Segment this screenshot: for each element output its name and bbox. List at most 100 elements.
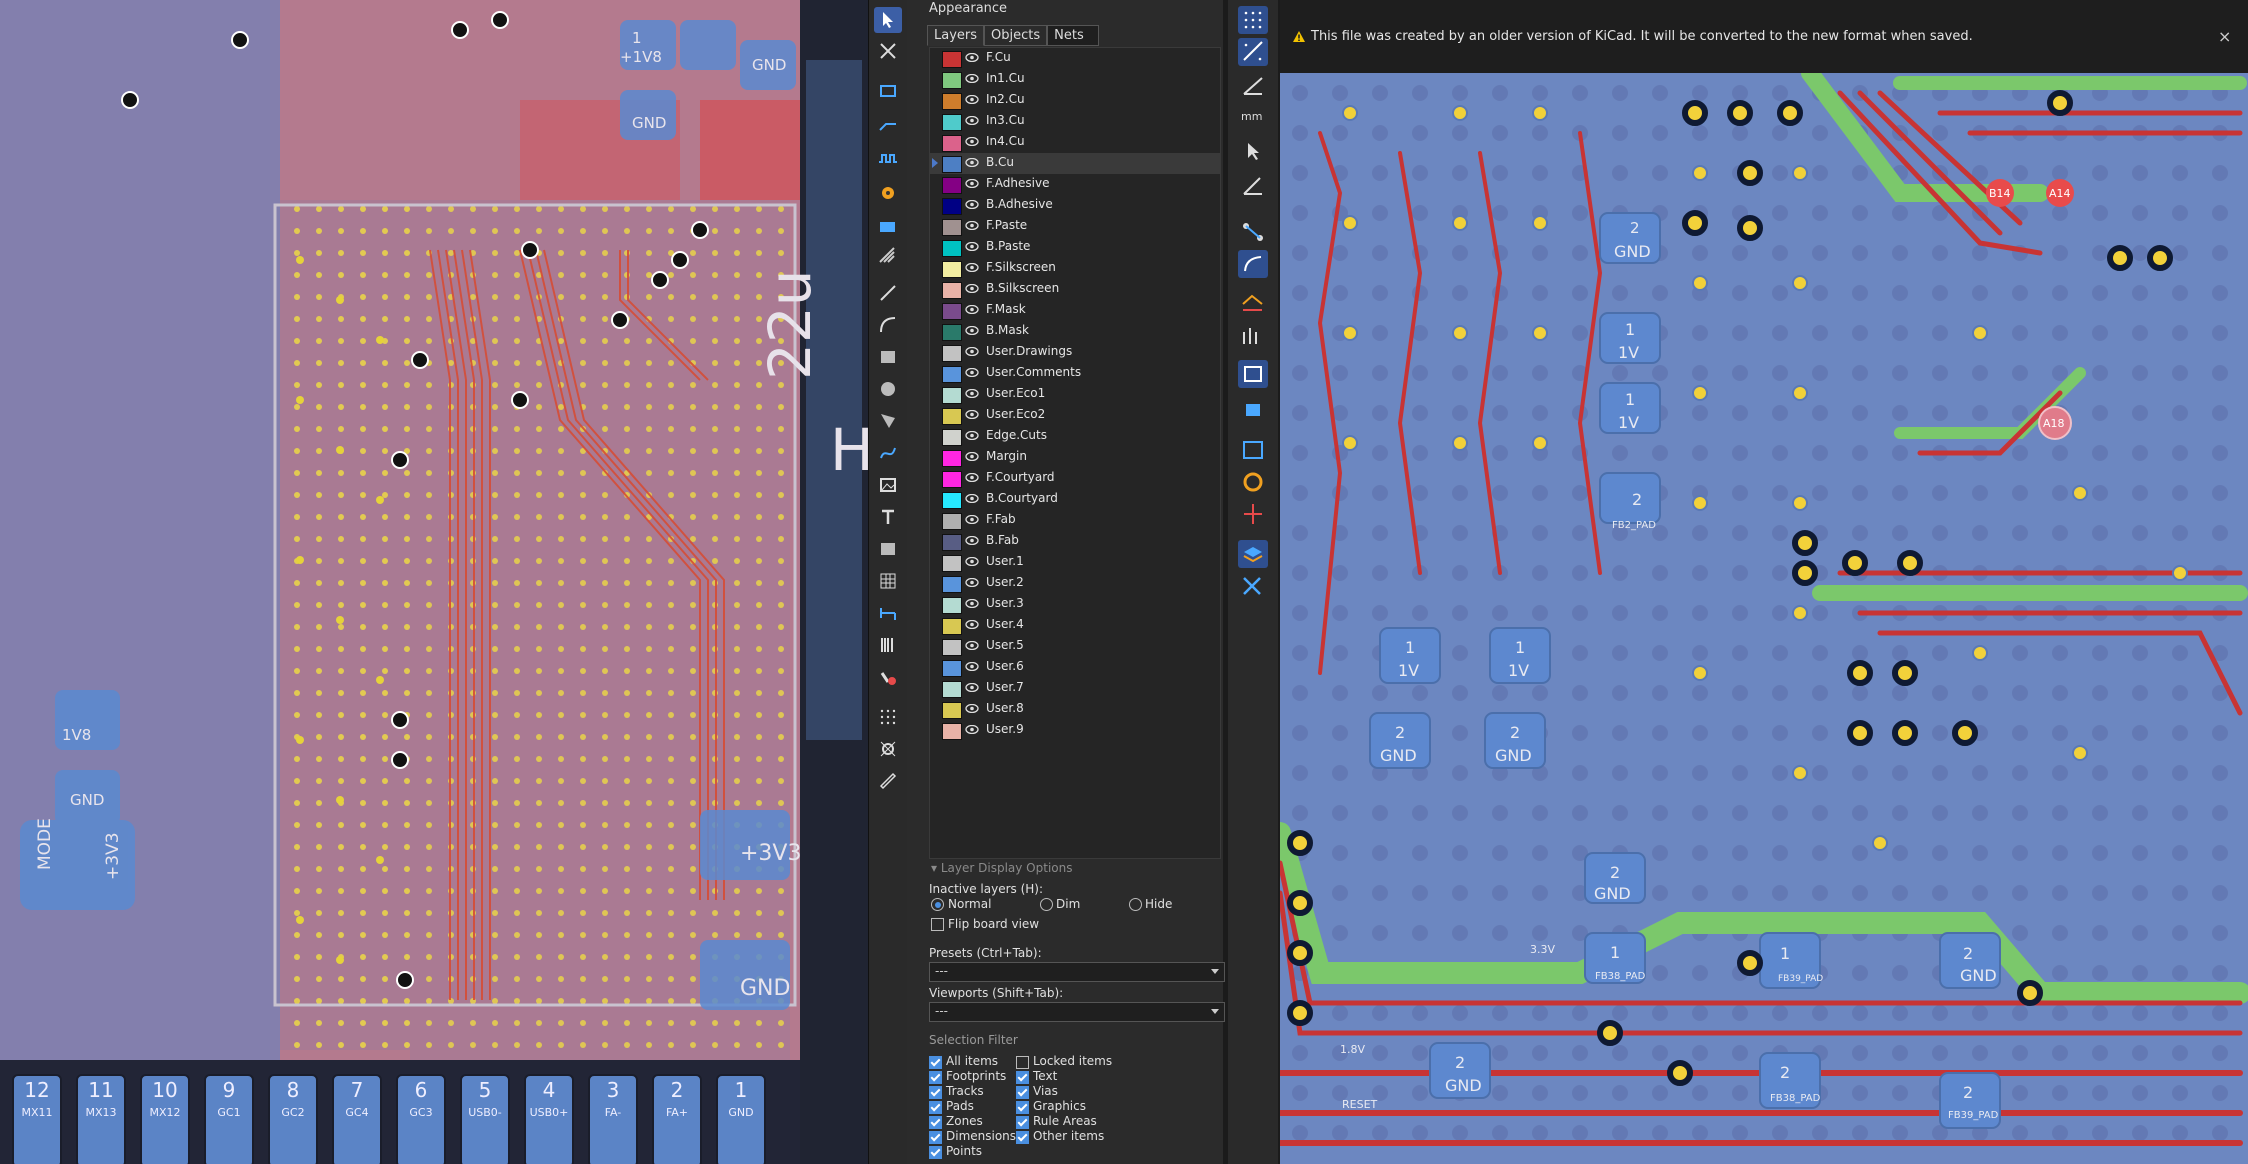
layer-row-user-eco2[interactable]: User.Eco2 — [930, 405, 1220, 426]
eye-icon[interactable] — [965, 620, 979, 629]
draw-line-button[interactable] — [874, 280, 902, 306]
angle-mode-button[interactable] — [1238, 172, 1268, 200]
presets-select[interactable]: --- — [929, 962, 1225, 982]
properties-panel-toggle[interactable] — [1238, 572, 1268, 600]
eye-icon[interactable] — [965, 494, 979, 503]
layer-row-f-courtyard[interactable]: F.Courtyard — [930, 468, 1220, 489]
layer-color-swatch[interactable] — [942, 576, 962, 593]
filter-checkbox-zones[interactable] — [929, 1116, 942, 1129]
layer-row-in2-cu[interactable]: In2.Cu — [930, 90, 1220, 111]
eye-icon[interactable] — [965, 410, 979, 419]
filter-checkbox-graphics[interactable] — [1016, 1101, 1029, 1114]
layer-row-margin[interactable]: Margin — [930, 447, 1220, 468]
add-textbox-button[interactable] — [874, 536, 902, 562]
filter-checkbox-points[interactable] — [929, 1146, 942, 1159]
measure-tool-button[interactable] — [874, 768, 902, 794]
layer-color-swatch[interactable] — [942, 681, 962, 698]
layer-color-swatch[interactable] — [942, 198, 962, 215]
layer-row-b-adhesive[interactable]: B.Adhesive — [930, 195, 1220, 216]
add-via-button[interactable] — [874, 180, 902, 206]
layer-color-swatch[interactable] — [942, 513, 962, 530]
add-image-button[interactable] — [874, 472, 902, 498]
ratsnest-toggle-button[interactable] — [1238, 218, 1268, 246]
layer-row-f-paste[interactable]: F.Paste — [930, 216, 1220, 237]
tab-nets[interactable]: Nets — [1047, 25, 1100, 46]
filter-checkbox-text[interactable] — [1016, 1071, 1029, 1084]
inactive-dim-radio[interactable] — [1040, 898, 1053, 911]
filter-checkbox-other-items[interactable] — [1016, 1131, 1029, 1144]
layer-color-swatch[interactable] — [942, 240, 962, 257]
add-dimension-button[interactable] — [874, 600, 902, 626]
layer-color-swatch[interactable] — [942, 639, 962, 656]
eye-icon[interactable] — [965, 368, 979, 377]
layer-color-swatch[interactable] — [942, 261, 962, 278]
layer-color-swatch[interactable] — [942, 471, 962, 488]
layer-row-in4-cu[interactable]: In4.Cu — [930, 132, 1220, 153]
layer-row-user-6[interactable]: User.6 — [930, 657, 1220, 678]
layer-row-user-5[interactable]: User.5 — [930, 636, 1220, 657]
layer-row-b-fab[interactable]: B.Fab — [930, 531, 1220, 552]
layer-color-swatch[interactable] — [942, 156, 962, 173]
grid-origin-button[interactable] — [874, 704, 902, 730]
layer-row-f-fab[interactable]: F.Fab — [930, 510, 1220, 531]
layer-color-swatch[interactable] — [942, 366, 962, 383]
layer-row-in3-cu[interactable]: In3.Cu — [930, 111, 1220, 132]
drill-origin-button[interactable] — [874, 736, 902, 762]
eye-icon[interactable] — [965, 242, 979, 251]
layer-color-swatch[interactable] — [942, 492, 962, 509]
filter-checkbox-vias[interactable] — [1016, 1086, 1029, 1099]
eye-icon[interactable] — [965, 599, 979, 608]
draw-bezier-button[interactable] — [874, 440, 902, 466]
eye-icon[interactable] — [965, 53, 979, 62]
layer-row-b-courtyard[interactable]: B.Courtyard — [930, 489, 1220, 510]
layer-row-user-eco1[interactable]: User.Eco1 — [930, 384, 1220, 405]
tab-objects[interactable]: Objects — [984, 25, 1048, 46]
tab-layers[interactable]: Layers — [927, 25, 985, 46]
layer-color-swatch[interactable] — [942, 345, 962, 362]
eye-icon[interactable] — [965, 179, 979, 188]
draw-circle-button[interactable] — [874, 376, 902, 402]
layer-row-f-silkscreen[interactable]: F.Silkscreen — [930, 258, 1220, 279]
via-display-button[interactable] — [1238, 436, 1268, 464]
eye-icon[interactable] — [965, 200, 979, 209]
eye-icon[interactable] — [965, 431, 979, 440]
eye-icon[interactable] — [965, 515, 979, 524]
highlight-net-button[interactable] — [1238, 290, 1268, 318]
grid-toggle-button[interactable] — [1238, 6, 1268, 34]
rule-area-button[interactable] — [874, 242, 902, 268]
layer-row-in1-cu[interactable]: In1.Cu — [930, 69, 1220, 90]
eye-icon[interactable] — [965, 284, 979, 293]
track-display-button[interactable] — [1238, 322, 1268, 350]
layer-display-options-header[interactable]: ▾ Layer Display Options — [931, 861, 1072, 875]
layer-row-f-mask[interactable]: F.Mask — [930, 300, 1220, 321]
filter-checkbox-tracks[interactable] — [929, 1086, 942, 1099]
layer-row-user-4[interactable]: User.4 — [930, 615, 1220, 636]
layer-color-swatch[interactable] — [942, 72, 962, 89]
inactive-normal-radio[interactable] — [931, 898, 944, 911]
layer-color-swatch[interactable] — [942, 702, 962, 719]
eye-icon[interactable] — [965, 95, 979, 104]
layer-row-user-drawings[interactable]: User.Drawings — [930, 342, 1220, 363]
layer-row-user-3[interactable]: User.3 — [930, 594, 1220, 615]
layer-color-swatch[interactable] — [942, 660, 962, 677]
filter-checkbox-dimensions[interactable] — [929, 1131, 942, 1144]
eye-icon[interactable] — [965, 347, 979, 356]
viewports-select[interactable]: --- — [929, 1002, 1225, 1022]
pad-display-button[interactable] — [1238, 396, 1268, 424]
filter-checkbox-rule-areas[interactable] — [1016, 1116, 1029, 1129]
layer-row-b-mask[interactable]: B.Mask — [930, 321, 1220, 342]
layer-color-swatch[interactable] — [942, 555, 962, 572]
eye-icon[interactable] — [965, 641, 979, 650]
draw-arc-button[interactable] — [874, 312, 902, 338]
overrides-grid-button[interactable] — [1238, 38, 1268, 66]
pcb-canvas-right[interactable]: 2 GND 1 1V 1 1V 2 FB2_PAD 1 1V 1 1V 2 GND 2 GND … — [1280, 73, 2248, 1164]
layer-row-user-9[interactable]: User.9 — [930, 720, 1220, 741]
layer-color-swatch[interactable] — [942, 450, 962, 467]
eye-icon[interactable] — [965, 578, 979, 587]
layer-color-swatch[interactable] — [942, 135, 962, 152]
add-barcode-button[interactable] — [874, 632, 902, 658]
filter-checkbox-locked-items[interactable] — [1016, 1056, 1029, 1069]
eye-icon[interactable] — [965, 263, 979, 272]
layer-color-swatch[interactable] — [942, 408, 962, 425]
flip-board-checkbox[interactable] — [931, 918, 944, 931]
